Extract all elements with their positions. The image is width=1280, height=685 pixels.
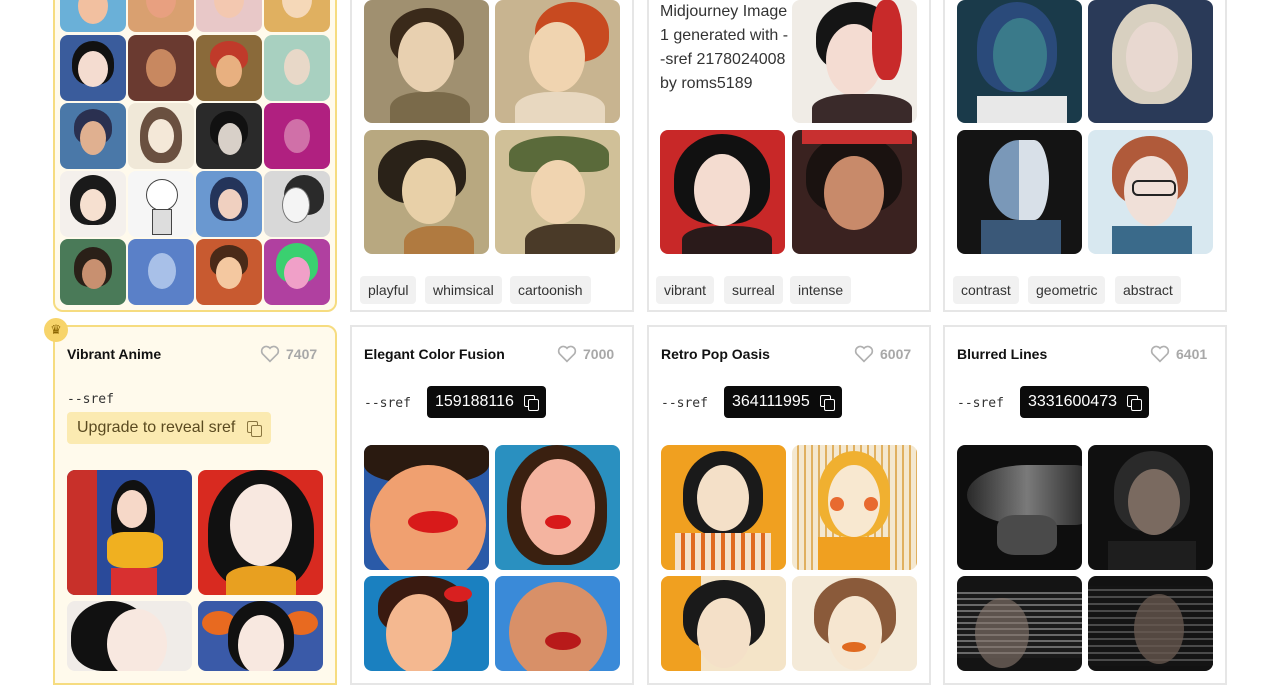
copy-icon — [523, 395, 539, 411]
sref-code: 3331600473 — [1028, 393, 1117, 410]
thumb[interactable] — [495, 576, 620, 671]
thumb[interactable] — [957, 130, 1082, 254]
thumb[interactable] — [364, 576, 489, 671]
thumb[interactable] — [128, 35, 194, 101]
sref-label: --sref — [957, 396, 1004, 411]
likes-count: 6007 — [880, 346, 912, 362]
broken-image-alt: Midjourney Image 1 generated with --sref… — [660, 3, 789, 92]
likes-count: 7000 — [583, 346, 615, 362]
heart-outline-icon — [260, 345, 280, 363]
thumb[interactable] — [264, 0, 330, 32]
tag[interactable]: whimsical — [425, 276, 502, 304]
crown-icon: ♛ — [44, 318, 68, 342]
thumb[interactable] — [60, 0, 126, 32]
thumb[interactable] — [495, 0, 620, 123]
upgrade-label: Upgrade to reveal sref — [77, 419, 236, 436]
likes[interactable]: 6401 — [1150, 345, 1207, 363]
thumb[interactable] — [60, 103, 126, 169]
likes-count: 6401 — [1176, 346, 1208, 362]
sref-code: 159188116 — [435, 393, 514, 410]
thumb[interactable] — [196, 239, 262, 305]
mosaic-grid — [60, 0, 330, 305]
thumb[interactable] — [1088, 0, 1213, 123]
thumb[interactable] — [60, 171, 126, 237]
sref-code-button[interactable]: 364111995 — [724, 386, 842, 418]
tag[interactable]: vibrant — [656, 276, 715, 304]
copy-icon — [1126, 395, 1142, 411]
thumb[interactable] — [264, 103, 330, 169]
thumb[interactable] — [364, 0, 489, 123]
thumb[interactable] — [495, 130, 620, 254]
thumb[interactable] — [196, 35, 262, 101]
heart-outline-icon — [1150, 345, 1170, 363]
heart-outline-icon — [557, 345, 577, 363]
likes[interactable]: 7407 — [260, 345, 317, 363]
thumb[interactable] — [198, 601, 323, 671]
thumb[interactable] — [957, 445, 1082, 570]
tag[interactable]: surreal — [724, 276, 783, 304]
thumb[interactable] — [792, 576, 917, 671]
thumb[interactable] — [67, 601, 192, 671]
tag[interactable]: abstract — [1115, 276, 1181, 304]
thumb[interactable] — [196, 103, 262, 169]
tag[interactable]: intense — [790, 276, 852, 304]
sref-code: 364111995 — [732, 393, 810, 410]
sref-code-button[interactable]: 159188116 — [427, 386, 546, 418]
thumb[interactable] — [957, 576, 1082, 671]
thumb[interactable] — [264, 35, 330, 101]
likes-count: 7407 — [286, 346, 318, 362]
thumb[interactable] — [128, 103, 194, 169]
sref-label: --sref — [661, 396, 708, 411]
thumb[interactable] — [364, 445, 489, 570]
thumb[interactable] — [264, 171, 330, 237]
thumb[interactable] — [957, 0, 1082, 123]
card-title: Blurred Lines — [957, 346, 1048, 362]
likes[interactable]: 6007 — [854, 345, 911, 363]
thumb[interactable] — [60, 35, 126, 101]
tag[interactable]: contrast — [953, 276, 1019, 304]
thumb[interactable] — [196, 171, 262, 237]
upgrade-button[interactable]: Upgrade to reveal sref — [67, 412, 272, 444]
thumb[interactable] — [792, 445, 917, 570]
thumb[interactable] — [792, 130, 917, 254]
card-title: Vibrant Anime — [67, 346, 162, 362]
thumb[interactable] — [128, 0, 194, 32]
thumb[interactable] — [264, 239, 330, 305]
card-title: Retro Pop Oasis — [661, 346, 770, 362]
sref-code-button[interactable]: 3331600473 — [1020, 386, 1149, 418]
tag[interactable]: playful — [360, 276, 417, 304]
thumb[interactable] — [1088, 445, 1213, 570]
thumb[interactable] — [198, 470, 323, 595]
thumb[interactable] — [196, 0, 262, 32]
thumb[interactable] — [128, 171, 194, 237]
thumb[interactable] — [661, 445, 786, 570]
heart-outline-icon — [854, 345, 874, 363]
thumb[interactable] — [661, 576, 786, 671]
thumb[interactable] — [1088, 576, 1213, 671]
thumb[interactable] — [60, 239, 126, 305]
tag[interactable]: cartoonish — [510, 276, 591, 304]
copy-icon — [819, 395, 835, 411]
tag[interactable]: geometric — [1028, 276, 1106, 304]
card-title: Elegant Color Fusion — [364, 346, 505, 362]
thumb[interactable] — [660, 130, 785, 254]
sref-label: --sref — [364, 396, 411, 411]
likes[interactable]: 7000 — [557, 345, 614, 363]
thumb[interactable] — [128, 239, 194, 305]
thumb[interactable] — [1088, 130, 1213, 254]
thumb[interactable] — [364, 130, 489, 254]
thumb[interactable] — [67, 470, 192, 595]
sref-label: --sref — [67, 392, 114, 407]
thumb[interactable] — [792, 0, 917, 123]
thumb[interactable] — [495, 445, 620, 570]
copy-icon — [247, 421, 263, 437]
